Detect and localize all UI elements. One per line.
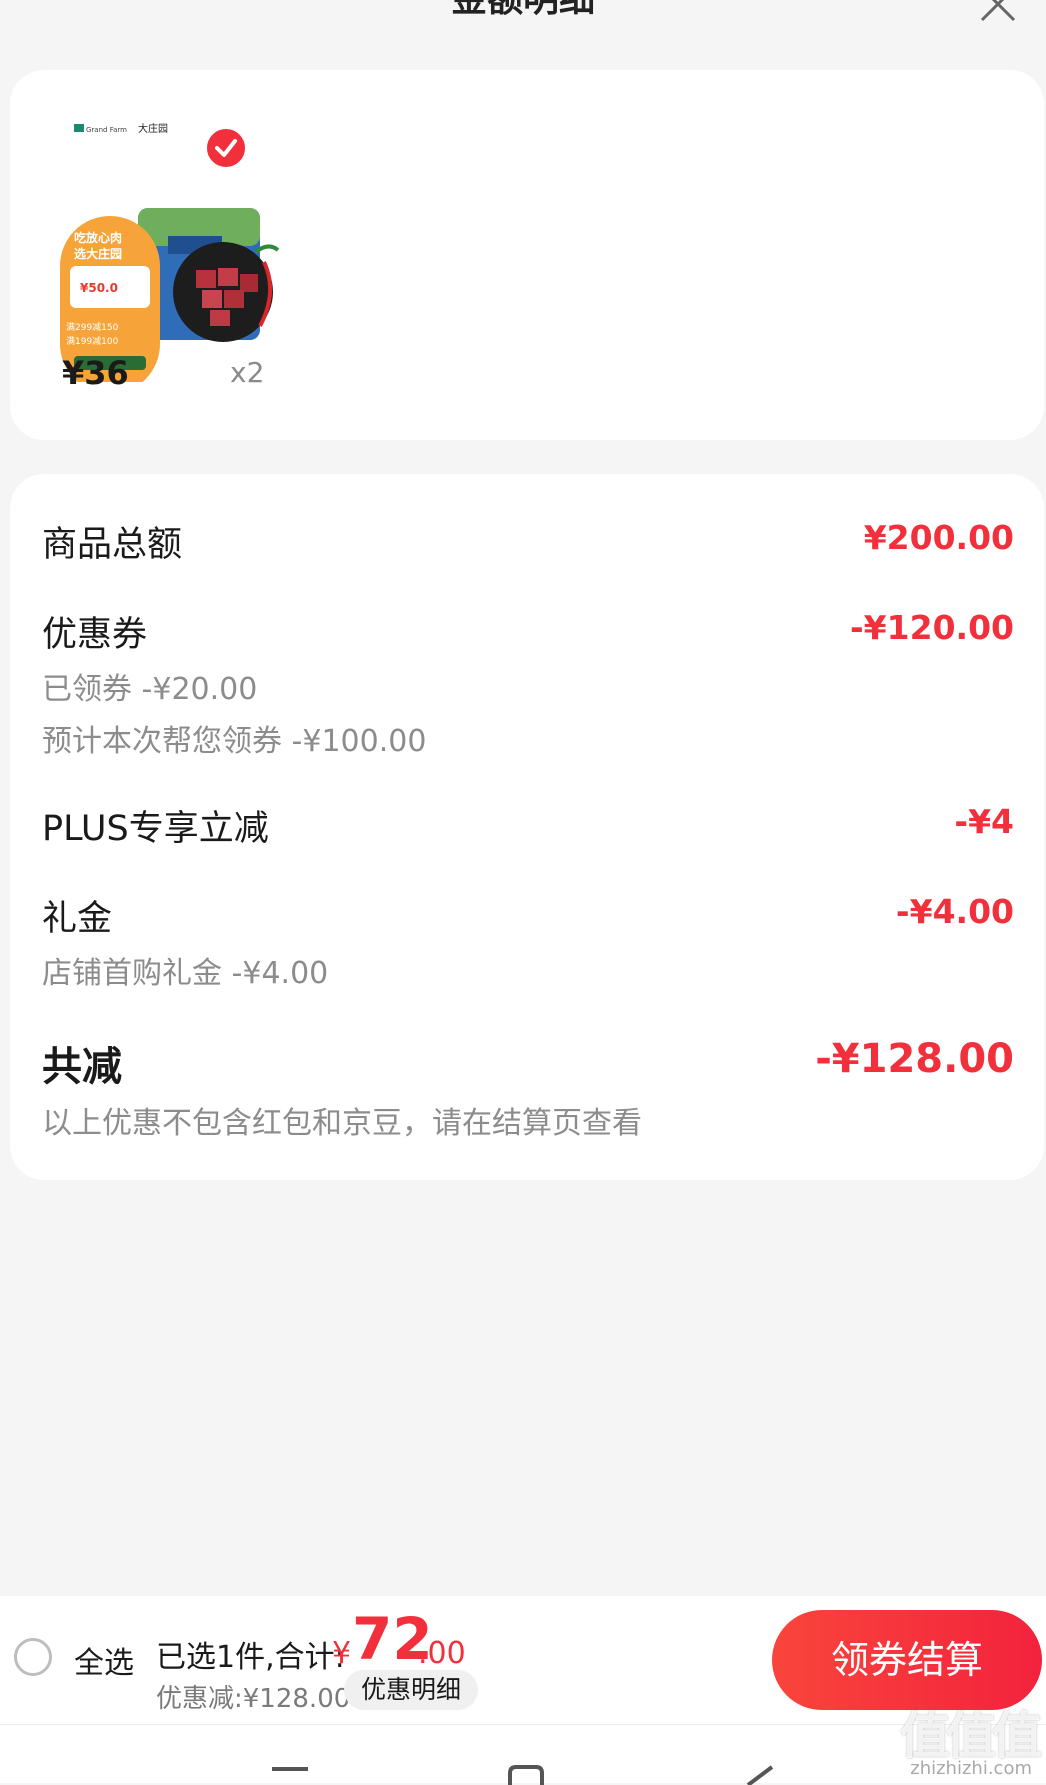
product-price: ¥36	[62, 354, 129, 392]
coupon-claimed-text: 已领券 -¥20.00	[42, 672, 258, 707]
total-discount-label: 共减	[42, 1044, 122, 1090]
home-icon[interactable]	[506, 1765, 546, 1785]
system-nav-bar	[0, 1724, 1046, 1785]
header: 金额明细	[0, 0, 1046, 60]
total-currency-symbol: ¥	[332, 1636, 352, 1671]
goods-total-value: ¥200.00	[863, 518, 1014, 557]
discount-amount-text: 优惠减:¥128.00	[156, 1684, 351, 1714]
plus-discount-label: PLUS专享立减	[42, 809, 269, 849]
coupon-label: 优惠券	[42, 615, 148, 655]
amount-summary-card: 商品总额 ¥200.00 优惠券 -¥120.00 已领券 -¥20.00 预计…	[10, 474, 1044, 1180]
discount-detail-button[interactable]: 优惠明细	[344, 1670, 478, 1710]
page-title: 金额明细	[0, 0, 1046, 22]
checkout-bar: 全选 已选1件,合计: ¥ 72 .00 优惠减:¥128.00 优惠明细 领券…	[0, 1596, 1046, 1724]
product-image-art: Grand Farm 大庄园 吃放心肉 选大庄园 ¥50.0 满299减150 …	[60, 122, 280, 394]
svg-text:大庄园: 大庄园	[138, 122, 168, 135]
selected-count-text: 已选1件,合计:	[156, 1640, 345, 1675]
product-card: Grand Farm 大庄园 吃放心肉 选大庄园 ¥50.0 满299减150 …	[10, 70, 1044, 440]
total-discount-value: -¥128.00	[815, 1036, 1014, 1082]
selected-check-badge[interactable]	[204, 126, 248, 170]
gift-money-value: -¥4.00	[895, 892, 1014, 931]
gift-money-sub-text: 店铺首购礼金 -¥4.00	[42, 956, 329, 991]
svg-text:满299减150: 满299减150	[66, 321, 119, 333]
select-all-radio[interactable]	[14, 1638, 52, 1676]
close-icon	[980, 0, 1016, 22]
total-amount-decimal: .00	[418, 1636, 466, 1671]
svg-text:吃放心肉: 吃放心肉	[74, 230, 122, 245]
product-quantity: x2	[230, 356, 265, 389]
goods-total-label: 商品总额	[42, 525, 183, 565]
discount-note: 以上优惠不包含红包和京豆，请在结算页查看	[42, 1106, 642, 1141]
checkmark-icon	[215, 139, 237, 157]
svg-text:选大庄园: 选大庄园	[74, 246, 122, 261]
svg-text:满199减100: 满199减100	[66, 335, 119, 347]
gift-money-label: 礼金	[42, 899, 113, 939]
back-icon[interactable]	[742, 1765, 782, 1785]
plus-discount-value: -¥4	[954, 802, 1014, 841]
coupon-value: -¥120.00	[849, 608, 1014, 647]
select-all-label[interactable]: 全选	[74, 1638, 134, 1682]
coupon-estimated-text: 预计本次帮您领券 -¥100.00	[42, 724, 427, 759]
close-button[interactable]	[974, 0, 1022, 26]
svg-text:¥50.0: ¥50.0	[80, 281, 118, 295]
svg-text:Grand Farm: Grand Farm	[86, 126, 127, 134]
product-image[interactable]: Grand Farm 大庄园 吃放心肉 选大庄园 ¥50.0 满299减150 …	[56, 112, 286, 394]
menu-icon[interactable]	[270, 1765, 310, 1785]
checkout-button[interactable]: 领券结算	[772, 1610, 1042, 1710]
